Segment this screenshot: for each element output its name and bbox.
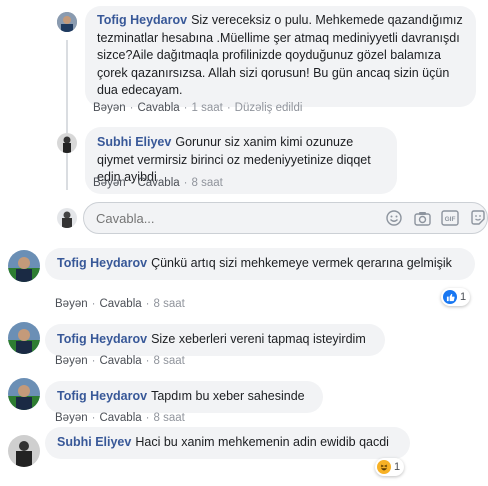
- reply-link[interactable]: Cavabla: [137, 177, 179, 189]
- comment-time[interactable]: 8 saat: [154, 412, 185, 424]
- gif-icon[interactable]: GIF: [441, 209, 459, 227]
- haha-reaction-icon: [377, 460, 391, 474]
- comment-actions: Bəyən · Cavabla · 8 saat: [55, 412, 185, 424]
- like-link[interactable]: Bəyən: [93, 177, 126, 189]
- comment-bubble: Tofig Heydarov Siz vereceksiz o pulu. Meh…: [85, 6, 476, 107]
- comment-text: Çünkü artıq sizi mehkemeye vermek qerarı…: [151, 256, 452, 270]
- reply-link[interactable]: Cavabla: [99, 355, 141, 367]
- avatar[interactable]: [57, 12, 77, 32]
- comment-author[interactable]: Tofig Heydarov: [57, 332, 147, 346]
- avatar[interactable]: [8, 435, 40, 467]
- comment-author[interactable]: Subhi Eliyev: [57, 435, 131, 449]
- comment-author[interactable]: Tofig Heydarov: [97, 13, 187, 27]
- avatar[interactable]: [8, 322, 40, 354]
- avatar[interactable]: [8, 378, 40, 410]
- comment-time[interactable]: 8 saat: [154, 298, 185, 310]
- avatar[interactable]: [57, 133, 77, 153]
- reply-input-box[interactable]: GIF: [83, 202, 488, 234]
- comment-author[interactable]: Tofig Heydarov: [57, 389, 147, 403]
- comment-time[interactable]: 8 saat: [154, 355, 185, 367]
- like-reaction-icon: [443, 290, 457, 304]
- comment-text: Haci bu xanim mehkemenin adin ewidib qac…: [135, 435, 389, 449]
- comment-time[interactable]: 1 saat: [192, 102, 223, 114]
- comment-bubble: Tofig Heydarov Size xeberleri vereni tapm…: [45, 324, 385, 356]
- edited-label: Düzəliş edildi: [234, 102, 303, 114]
- like-link[interactable]: Bəyən: [55, 412, 88, 424]
- reply-thread-line: [66, 40, 68, 190]
- current-user-avatar: [57, 208, 77, 228]
- comment-bubble: Tofig Heydarov Çünkü artıq sizi mehkemeye…: [45, 248, 475, 280]
- comment-actions: Bəyən · Cavabla · 8 saat: [93, 177, 223, 189]
- emoji-icon[interactable]: [385, 209, 403, 227]
- like-link[interactable]: Bəyən: [93, 102, 126, 114]
- comment-text: Tapdım bu xeber sahesinde: [151, 389, 305, 403]
- comment-author[interactable]: Tofig Heydarov: [57, 256, 147, 270]
- comment-text: Size xeberleri vereni tapmaq isteyirdim: [151, 332, 366, 346]
- reaction-count: 1: [460, 291, 467, 303]
- avatar[interactable]: [8, 250, 40, 282]
- comment-actions: Bəyən · Cavabla · 1 saat · Düzəliş edildi: [93, 102, 303, 114]
- comment-bubble: Subhi Eliyev Haci bu xanim mehkemenin adi…: [45, 427, 410, 459]
- like-link[interactable]: Bəyən: [55, 298, 88, 310]
- comment-bubble: Tofig Heydarov Tapdım bu xeber sahesinde: [45, 381, 323, 413]
- comment-actions: Bəyən · Cavabla · 8 saat: [55, 355, 185, 367]
- reply-link[interactable]: Cavabla: [137, 102, 179, 114]
- camera-icon[interactable]: [413, 209, 431, 227]
- reply-input[interactable]: [84, 210, 385, 226]
- comment-actions: Bəyən · Cavabla · 8 saat: [55, 298, 185, 310]
- comment-time[interactable]: 8 saat: [192, 177, 223, 189]
- like-link[interactable]: Bəyən: [55, 355, 88, 367]
- sticker-icon[interactable]: [469, 209, 487, 227]
- svg-text:GIF: GIF: [445, 216, 456, 223]
- reply-link[interactable]: Cavabla: [99, 298, 141, 310]
- comment-author[interactable]: Subhi Eliyev: [97, 135, 171, 149]
- reaction-summary[interactable]: 1: [375, 458, 405, 476]
- reply-link[interactable]: Cavabla: [99, 412, 141, 424]
- reaction-summary[interactable]: 1: [441, 288, 471, 306]
- reaction-count: 1: [394, 461, 401, 473]
